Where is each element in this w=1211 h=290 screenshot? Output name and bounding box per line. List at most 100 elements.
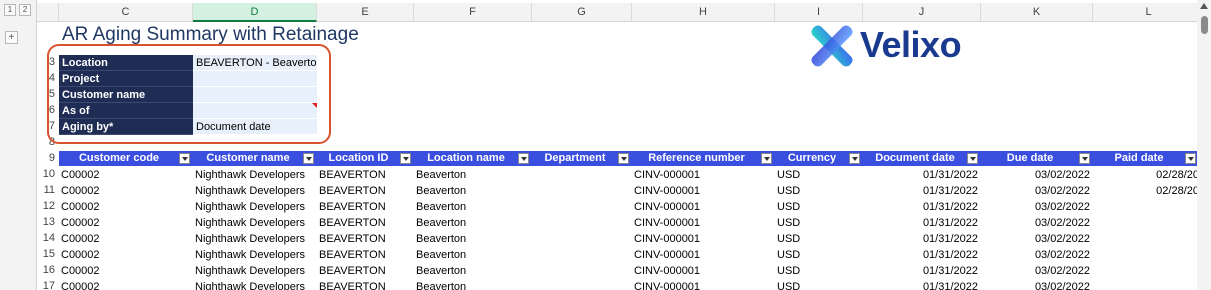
table-cell-customer-code[interactable]: C00002 — [61, 232, 100, 246]
column-header-c[interactable]: C — [59, 3, 193, 22]
table-cell-due-date[interactable]: 03/02/2022 — [981, 280, 1090, 290]
table-cell-location-id[interactable]: BEAVERTON — [319, 168, 386, 182]
column-header-h[interactable]: H — [632, 3, 775, 22]
table-cell-location-id[interactable]: BEAVERTON — [319, 248, 386, 262]
table-cell-customer-code[interactable]: C00002 — [61, 216, 100, 230]
table-cell-document-date[interactable]: 01/31/2022 — [863, 248, 978, 262]
table-cell-document-date[interactable]: 01/31/2022 — [863, 264, 978, 278]
table-cell-customer-code[interactable]: C00002 — [61, 280, 100, 290]
filter-dropdown-icon[interactable] — [618, 153, 629, 164]
table-cell-due-date[interactable]: 03/02/2022 — [981, 248, 1090, 262]
table-cell-reference-number[interactable]: CINV-000001 — [634, 280, 700, 290]
row-header-15[interactable]: 15 — [37, 248, 58, 260]
table-cell-location-name[interactable]: Beaverton — [416, 264, 466, 278]
column-header-e[interactable]: E — [317, 3, 414, 22]
table-cell-customer-name[interactable]: Nighthawk Developers — [195, 200, 305, 214]
table-cell-customer-name[interactable]: Nighthawk Developers — [195, 280, 305, 290]
column-header-i[interactable]: I — [775, 3, 863, 22]
table-cell-location-id[interactable]: BEAVERTON — [319, 232, 386, 246]
column-header-d[interactable]: D — [193, 3, 317, 22]
table-cell-customer-name[interactable]: Nighthawk Developers — [195, 216, 305, 230]
table-cell-customer-name[interactable]: Nighthawk Developers — [195, 184, 305, 198]
row-header-13[interactable]: 13 — [37, 216, 58, 228]
table-cell-customer-name[interactable]: Nighthawk Developers — [195, 168, 305, 182]
table-cell-document-date[interactable]: 01/31/2022 — [863, 184, 978, 198]
table-cell-location-name[interactable]: Beaverton — [416, 168, 466, 182]
table-cell-customer-code[interactable]: C00002 — [61, 200, 100, 214]
table-cell-due-date[interactable]: 03/02/2022 — [981, 168, 1090, 182]
table-cell-location-name[interactable]: Beaverton — [416, 232, 466, 246]
table-cell-currency[interactable]: USD — [777, 248, 800, 262]
vertical-scrollbar[interactable] — [1197, 0, 1211, 290]
table-cell-customer-name[interactable]: Nighthawk Developers — [195, 248, 305, 262]
column-header-g[interactable]: G — [532, 3, 632, 22]
table-cell-reference-number[interactable]: CINV-000001 — [634, 264, 700, 278]
row-header-12[interactable]: 12 — [37, 200, 58, 212]
table-cell-customer-code[interactable]: C00002 — [61, 248, 100, 262]
table-cell-location-id[interactable]: BEAVERTON — [319, 264, 386, 278]
table-cell-document-date[interactable]: 01/31/2022 — [863, 280, 978, 290]
table-cell-location-name[interactable]: Beaverton — [416, 248, 466, 262]
table-cell-due-date[interactable]: 03/02/2022 — [981, 200, 1090, 214]
table-cell-document-date[interactable]: 01/31/2022 — [863, 200, 978, 214]
table-cell-due-date[interactable]: 03/02/2022 — [981, 216, 1090, 230]
row-header-9[interactable]: 9 — [37, 152, 58, 164]
column-header-f[interactable]: F — [414, 3, 532, 22]
filter-dropdown-icon[interactable] — [179, 153, 190, 164]
filter-dropdown-icon[interactable] — [1185, 153, 1196, 164]
table-cell-location-name[interactable]: Beaverton — [416, 184, 466, 198]
table-cell-document-date[interactable]: 01/31/2022 — [863, 216, 978, 230]
filter-dropdown-icon[interactable] — [1079, 153, 1090, 164]
table-cell-location-name[interactable]: Beaverton — [416, 216, 466, 230]
table-cell-due-date[interactable]: 03/02/2022 — [981, 232, 1090, 246]
row-header-16[interactable]: 16 — [37, 264, 58, 276]
table-cell-paid-date[interactable]: 02/28/20 — [1093, 168, 1199, 182]
scroll-up-icon[interactable] — [1200, 3, 1208, 9]
table-cell-currency[interactable]: USD — [777, 168, 800, 182]
filter-dropdown-icon[interactable] — [400, 153, 411, 164]
outline-level-2-button[interactable]: 2 — [19, 4, 31, 16]
row-header-11[interactable]: 11 — [37, 184, 58, 196]
table-cell-due-date[interactable]: 03/02/2022 — [981, 264, 1090, 278]
column-header-l[interactable]: L — [1093, 3, 1205, 22]
column-header-k[interactable]: K — [981, 3, 1093, 22]
table-cell-customer-code[interactable]: C00002 — [61, 168, 100, 182]
row-header-14[interactable]: 14 — [37, 232, 58, 244]
table-cell-reference-number[interactable]: CINV-000001 — [634, 232, 700, 246]
table-cell-reference-number[interactable]: CINV-000001 — [634, 184, 700, 198]
column-header-j[interactable]: J — [863, 3, 981, 22]
table-cell-currency[interactable]: USD — [777, 216, 800, 230]
filter-dropdown-icon[interactable] — [849, 153, 860, 164]
table-cell-customer-name[interactable]: Nighthawk Developers — [195, 232, 305, 246]
table-cell-currency[interactable]: USD — [777, 232, 800, 246]
row-header-10[interactable]: 10 — [37, 168, 58, 180]
table-cell-paid-date[interactable]: 02/28/20 — [1093, 184, 1199, 198]
table-cell-customer-code[interactable]: C00002 — [61, 264, 100, 278]
table-cell-location-id[interactable]: BEAVERTON — [319, 216, 386, 230]
table-cell-currency[interactable]: USD — [777, 264, 800, 278]
table-cell-customer-code[interactable]: C00002 — [61, 184, 100, 198]
table-cell-location-name[interactable]: Beaverton — [416, 200, 466, 214]
scroll-thumb[interactable] — [1201, 16, 1208, 34]
table-cell-location-name[interactable]: Beaverton — [416, 280, 466, 290]
expand-group-button[interactable]: + — [5, 31, 18, 44]
table-cell-currency[interactable]: USD — [777, 200, 800, 214]
table-cell-location-id[interactable]: BEAVERTON — [319, 184, 386, 198]
table-cell-currency[interactable]: USD — [777, 184, 800, 198]
table-cell-document-date[interactable]: 01/31/2022 — [863, 232, 978, 246]
select-all-corner[interactable] — [37, 3, 59, 22]
table-cell-reference-number[interactable]: CINV-000001 — [634, 200, 700, 214]
table-cell-reference-number[interactable]: CINV-000001 — [634, 168, 700, 182]
filter-dropdown-icon[interactable] — [303, 153, 314, 164]
table-cell-customer-name[interactable]: Nighthawk Developers — [195, 264, 305, 278]
outline-level-1-button[interactable]: 1 — [4, 4, 16, 16]
table-cell-location-id[interactable]: BEAVERTON — [319, 280, 386, 290]
filter-dropdown-icon[interactable] — [967, 153, 978, 164]
row-header-17[interactable]: 17 — [37, 280, 58, 290]
filter-dropdown-icon[interactable] — [761, 153, 772, 164]
filter-dropdown-icon[interactable] — [518, 153, 529, 164]
table-cell-reference-number[interactable]: CINV-000001 — [634, 248, 700, 262]
table-cell-document-date[interactable]: 01/31/2022 — [863, 168, 978, 182]
table-cell-due-date[interactable]: 03/02/2022 — [981, 184, 1090, 198]
table-cell-reference-number[interactable]: CINV-000001 — [634, 216, 700, 230]
